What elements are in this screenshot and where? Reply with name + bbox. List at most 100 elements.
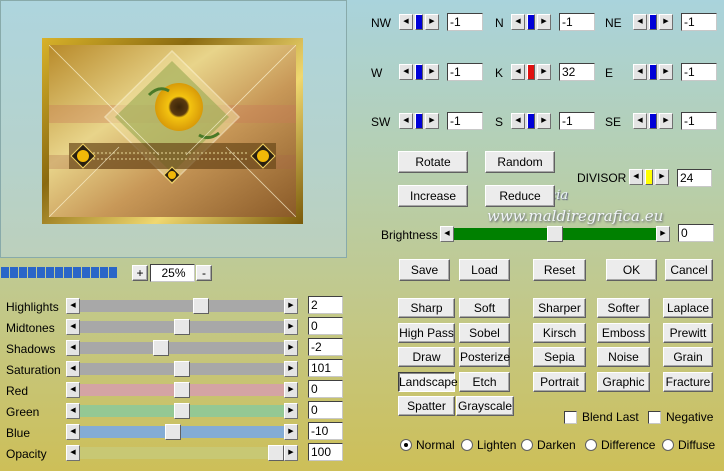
blend-radio-normal[interactable] [400,439,412,451]
matrix-slider-sw[interactable]: ◀ ▶ [399,113,439,131]
blend-radio-diffuse[interactable] [662,439,674,451]
effect-button-fracture[interactable]: Fracture [663,372,713,392]
random-button[interactable]: Random [485,151,555,173]
arrow-right-icon[interactable]: ▶ [425,14,439,30]
adjust-slider-midtones[interactable]: ◀ ▶ [66,319,298,335]
effect-button-sepia[interactable]: Sepia [533,347,586,367]
matrix-slider-n[interactable]: ◀ ▶ [511,14,551,32]
adjust-slider-shadows[interactable]: ◀ ▶ [66,340,298,356]
matrix-slider-k[interactable]: ◀ ▶ [511,64,551,82]
adjust-field-highlights[interactable]: 2 [308,296,343,314]
arrow-left-icon[interactable]: ◀ [511,113,525,129]
adjust-slider-opacity[interactable]: ◀ ▶ [66,445,298,461]
arrow-left-icon[interactable]: ◀ [399,64,413,80]
slider-thumb[interactable] [415,14,423,30]
brightness-slider[interactable]: ◀ ▶ [440,226,670,242]
effect-button-emboss[interactable]: Emboss [597,323,650,343]
arrow-left-icon[interactable]: ◀ [399,14,413,30]
arrow-right-icon[interactable]: ▶ [537,113,551,129]
arrow-right-icon[interactable]: ▶ [659,113,673,129]
zoom-in-button[interactable]: + [132,265,148,281]
arrow-right-icon[interactable]: ▶ [284,445,298,461]
adjust-slider-green[interactable]: ◀ ▶ [66,403,298,419]
slider-thumb[interactable] [649,64,657,80]
effect-button-softer[interactable]: Softer [597,298,650,318]
arrow-left-icon[interactable]: ◀ [399,113,413,129]
slider-thumb[interactable] [649,113,657,129]
effect-button-sobel[interactable]: Sobel [459,323,510,343]
arrow-left-icon[interactable]: ◀ [629,169,643,185]
blend-radio-difference[interactable] [585,439,597,451]
matrix-field-s[interactable]: -1 [559,112,595,130]
arrow-right-icon[interactable]: ▶ [537,64,551,80]
arrow-right-icon[interactable]: ▶ [425,64,439,80]
adjust-field-shadows[interactable]: -2 [308,338,343,356]
matrix-field-nw[interactable]: -1 [447,13,483,31]
arrow-left-icon[interactable]: ◀ [66,424,80,440]
effect-button-laplace[interactable]: Laplace [663,298,713,318]
save-button[interactable]: Save [399,259,450,281]
matrix-field-sw[interactable]: -1 [447,112,483,130]
effect-button-noise[interactable]: Noise [597,347,650,367]
divisor-thumb[interactable] [645,169,653,185]
slider-thumb[interactable] [527,14,535,30]
adjust-field-red[interactable]: 0 [308,380,343,398]
slider-knob[interactable] [153,340,169,356]
divisor-field[interactable]: 24 [677,169,712,187]
reduce-button[interactable]: Reduce [485,185,555,207]
ok-button[interactable]: OK [606,259,657,281]
effect-button-portrait[interactable]: Portrait [533,372,586,392]
arrow-right-icon[interactable]: ▶ [655,169,669,185]
matrix-field-se[interactable]: -1 [681,112,717,130]
slider-thumb[interactable] [527,64,535,80]
effect-button-grain[interactable]: Grain [663,347,713,367]
arrow-left-icon[interactable]: ◀ [633,14,647,30]
matrix-slider-nw[interactable]: ◀ ▶ [399,14,439,32]
effect-button-spatter[interactable]: Spatter [398,396,455,416]
matrix-field-k[interactable]: 32 [559,63,595,81]
arrow-left-icon[interactable]: ◀ [66,319,80,335]
arrow-right-icon[interactable]: ▶ [284,319,298,335]
effect-button-graphic[interactable]: Graphic [597,372,650,392]
matrix-field-n[interactable]: -1 [559,13,595,31]
effect-button-sharper[interactable]: Sharper [533,298,586,318]
arrow-right-icon[interactable]: ▶ [284,424,298,440]
effect-button-sharp[interactable]: Sharp [398,298,455,318]
matrix-field-w[interactable]: -1 [447,63,483,81]
adjust-field-opacity[interactable]: 100 [308,443,343,461]
slider-thumb[interactable] [649,14,657,30]
slider-knob[interactable] [174,361,190,377]
adjust-field-saturation[interactable]: 101 [308,359,343,377]
effect-button-kirsch[interactable]: Kirsch [533,323,586,343]
arrow-right-icon[interactable]: ▶ [284,298,298,314]
increase-button[interactable]: Increase [398,185,468,207]
arrow-right-icon[interactable]: ▶ [284,403,298,419]
matrix-field-e[interactable]: -1 [681,63,717,81]
arrow-left-icon[interactable]: ◀ [633,64,647,80]
negative-checkbox[interactable] [648,411,661,424]
arrow-right-icon[interactable]: ▶ [425,113,439,129]
slider-knob[interactable] [174,382,190,398]
divisor-slider[interactable]: ◀ ▶ [629,169,669,187]
adjust-slider-highlights[interactable]: ◀ ▶ [66,298,298,314]
cancel-button[interactable]: Cancel [665,259,713,281]
load-button[interactable]: Load [459,259,510,281]
arrow-left-icon[interactable]: ◀ [66,298,80,314]
matrix-slider-ne[interactable]: ◀ ▶ [633,14,673,32]
arrow-left-icon[interactable]: ◀ [66,445,80,461]
matrix-field-ne[interactable]: -1 [681,13,717,31]
adjust-field-blue[interactable]: -10 [308,422,343,440]
arrow-right-icon[interactable]: ▶ [537,14,551,30]
matrix-slider-e[interactable]: ◀ ▶ [633,64,673,82]
arrow-left-icon[interactable]: ◀ [66,361,80,377]
zoom-value[interactable]: 25% [150,264,195,282]
slider-thumb[interactable] [415,64,423,80]
adjust-field-green[interactable]: 0 [308,401,343,419]
slider-knob[interactable] [268,445,284,461]
arrow-right-icon[interactable]: ▶ [284,382,298,398]
slider-thumb[interactable] [415,113,423,129]
arrow-right-icon[interactable]: ▶ [659,64,673,80]
adjust-slider-saturation[interactable]: ◀ ▶ [66,361,298,377]
arrow-left-icon[interactable]: ◀ [66,340,80,356]
slider-knob[interactable] [193,298,209,314]
